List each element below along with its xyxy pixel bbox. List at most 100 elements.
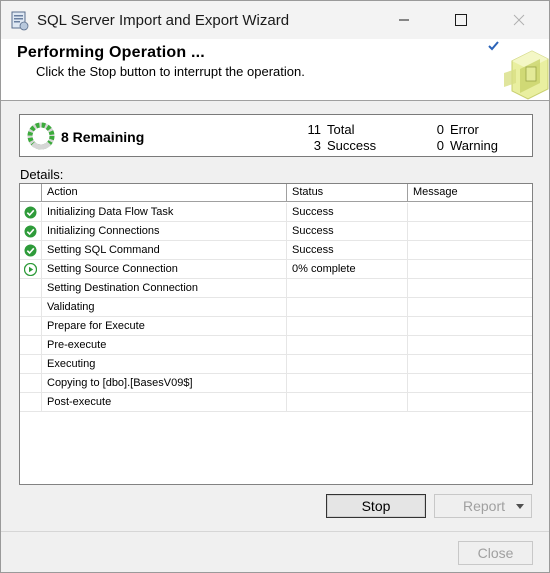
row-action: Prepare for Execute [42,317,287,336]
row-message [408,222,532,241]
row-action: Setting Destination Connection [42,279,287,298]
success-icon [24,225,37,238]
total-label: Total [327,122,355,137]
icon-column-header[interactable] [20,184,42,202]
row-action: Executing [42,355,287,374]
status-column-header[interactable]: Status [287,184,408,202]
success-icon [24,206,37,219]
window-title: SQL Server Import and Export Wizard [37,12,290,29]
row-icon-cell [20,374,42,393]
title-bar: SQL Server Import and Export Wizard [1,1,549,39]
success-label: Success [327,138,377,153]
report-button[interactable]: Report [434,494,532,518]
row-message [408,355,532,374]
table-row[interactable]: Setting Destination Connection [20,279,532,298]
row-message [408,336,532,355]
row-status: Success [287,241,408,260]
table-row[interactable]: Setting SQL Command Success [20,241,532,260]
row-action: Setting SQL Command [42,241,287,260]
row-status [287,317,408,336]
progress-spinner-icon [27,122,55,150]
maximize-button[interactable] [438,1,484,39]
row-status [287,393,408,412]
remaining-count: 8 Remaining [61,129,145,145]
row-status: 0% complete [287,260,408,279]
app-icon [11,11,29,31]
row-message [408,317,532,336]
row-action: Copying to [dbo].[BasesV09$] [42,374,287,393]
close-icon [513,14,525,26]
chevron-down-icon [516,504,524,509]
table-row[interactable]: Setting Source Connection 0% complete [20,260,532,279]
close-button[interactable]: Close [458,541,533,565]
action-column-header[interactable]: Action [42,184,287,202]
details-label: Details: [20,167,64,182]
row-status [287,336,408,355]
table-row[interactable]: Validating [20,298,532,317]
row-icon-cell [20,393,42,412]
minimize-icon [399,19,409,21]
row-icon-cell [20,241,42,260]
row-message [408,241,532,260]
error-stat: 0 Error [430,122,479,137]
table-row[interactable]: Executing [20,355,532,374]
wizard-window: SQL Server Import and Export Wizard Perf… [0,0,550,573]
row-message [408,374,532,393]
total-stat: 11 Total [307,122,355,137]
page-subtitle: Click the Stop button to interrupt the o… [36,64,305,79]
table-row[interactable]: Pre-execute [20,336,532,355]
warning-label: Warning [450,138,498,153]
row-icon-cell [20,222,42,241]
row-icon-cell [20,298,42,317]
table-row[interactable]: Initializing Data Flow Task Success [20,203,532,222]
row-icon-cell [20,317,42,336]
row-action: Post-execute [42,393,287,412]
wizard-banner-icon [488,41,549,100]
minimize-button[interactable] [381,1,427,39]
row-icon-cell [20,260,42,279]
in-progress-icon [24,263,37,276]
error-label: Error [450,122,479,137]
error-value: 0 [436,122,444,137]
total-value: 11 [307,122,322,137]
row-message [408,279,532,298]
details-table[interactable]: Action Status Message Initializing Data … [19,183,533,485]
row-status [287,355,408,374]
success-value: 3 [313,138,321,153]
stop-button[interactable]: Stop [326,494,426,518]
row-message [408,203,532,222]
wizard-header: Performing Operation ... Click the Stop … [1,39,549,101]
row-action: Validating [42,298,287,317]
table-header: Action Status Message [20,184,532,202]
row-message [408,393,532,412]
footer-divider [1,531,549,532]
close-window-button[interactable] [496,1,542,39]
table-row[interactable]: Copying to [dbo].[BasesV09$] [20,374,532,393]
row-message [408,260,532,279]
success-icon [24,244,37,257]
message-column-header[interactable]: Message [408,184,532,202]
progress-summary: 8 Remaining 11 Total 3 Success 0 Error 0 War… [19,114,533,157]
row-action: Setting Source Connection [42,260,287,279]
row-status: Success [287,222,408,241]
row-action: Initializing Data Flow Task [42,203,287,222]
table-row[interactable]: Initializing Connections Success [20,222,532,241]
warning-value: 0 [436,138,444,153]
row-icon-cell [20,203,42,222]
row-status [287,374,408,393]
table-row[interactable]: Prepare for Execute [20,317,532,336]
row-status: Success [287,203,408,222]
row-icon-cell [20,279,42,298]
page-title: Performing Operation ... [17,44,205,61]
maximize-icon [455,14,467,26]
success-stat: 3 Success [307,138,376,153]
row-message [408,298,532,317]
row-status [287,298,408,317]
row-status [287,279,408,298]
row-action: Initializing Connections [42,222,287,241]
table-row[interactable]: Post-execute [20,393,532,412]
warning-stat: 0 Warning [430,138,498,153]
row-icon-cell [20,336,42,355]
row-action: Pre-execute [42,336,287,355]
row-icon-cell [20,355,42,374]
